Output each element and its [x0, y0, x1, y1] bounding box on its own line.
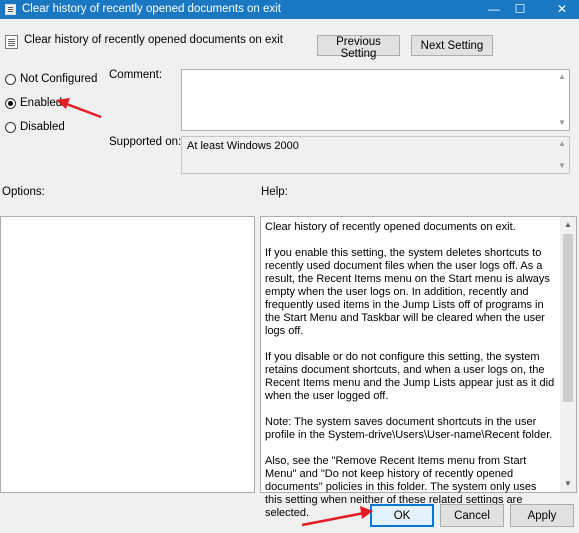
scroll-down-icon[interactable]: ▼	[560, 478, 576, 490]
help-text: Clear history of recently opened documen…	[265, 221, 556, 533]
next-setting-button[interactable]: Next Setting	[411, 35, 493, 56]
window-title: Clear history of recently opened documen…	[22, 3, 281, 15]
options-panel	[0, 216, 255, 493]
help-paragraph: Note: The system saves document shortcut…	[265, 416, 553, 441]
supported-on-label: Supported on:	[109, 136, 182, 148]
radio-enabled-indicator[interactable]	[5, 97, 16, 109]
radio-disabled-label: Disabled	[20, 121, 65, 133]
help-panel: Clear history of recently opened documen…	[260, 216, 577, 519]
help-paragraph: If you disable or do not configure this …	[265, 351, 555, 402]
setting-title: Clear history of recently opened documen…	[24, 34, 283, 46]
scroll-up-icon[interactable]: ▲	[555, 138, 569, 150]
help-scrollbar[interactable]: ▲ ▼	[560, 217, 576, 492]
supported-scrollbar[interactable]: ▲ ▼	[555, 137, 569, 173]
supported-on-value: At least Windows 2000	[187, 140, 299, 152]
maximize-button[interactable]: ☐	[503, 0, 537, 19]
radio-disabled-indicator[interactable]	[5, 121, 16, 133]
scroll-thumb[interactable]	[563, 234, 573, 402]
comment-scrollbar[interactable]: ▲ ▼	[555, 70, 569, 130]
radio-enabled[interactable]: Enabled	[5, 97, 62, 109]
radio-not-configured-indicator[interactable]	[5, 73, 16, 85]
comment-label: Comment:	[109, 69, 163, 81]
policy-icon	[5, 4, 16, 15]
close-button[interactable]: ✕	[545, 0, 579, 19]
apply-button[interactable]: Apply	[510, 504, 574, 527]
scroll-down-icon[interactable]: ▼	[555, 117, 569, 129]
help-paragraph: Clear history of recently opened documen…	[265, 221, 516, 233]
setting-icon	[5, 35, 18, 49]
radio-disabled[interactable]: Disabled	[5, 121, 65, 133]
options-label: Options:	[2, 186, 45, 198]
scroll-up-icon[interactable]: ▲	[560, 219, 576, 231]
cancel-button[interactable]: Cancel	[440, 504, 504, 527]
radio-not-configured[interactable]: Not Configured	[5, 73, 97, 85]
dialog-body: Clear history of recently opened documen…	[0, 19, 579, 533]
comment-textbox[interactable]: ▲ ▼	[181, 69, 570, 131]
title-bar: Clear history of recently opened documen…	[0, 0, 579, 19]
help-paragraph: If you enable this setting, the system d…	[265, 247, 550, 337]
help-label: Help:	[261, 186, 288, 198]
scroll-down-icon[interactable]: ▼	[555, 160, 569, 172]
radio-not-configured-label: Not Configured	[20, 73, 98, 85]
scroll-up-icon[interactable]: ▲	[555, 71, 569, 83]
supported-on-box: At least Windows 2000 ▲ ▼	[181, 136, 570, 174]
ok-button[interactable]: OK	[370, 504, 434, 527]
radio-enabled-label: Enabled	[20, 97, 63, 109]
previous-setting-button[interactable]: Previous Setting	[317, 35, 400, 60]
